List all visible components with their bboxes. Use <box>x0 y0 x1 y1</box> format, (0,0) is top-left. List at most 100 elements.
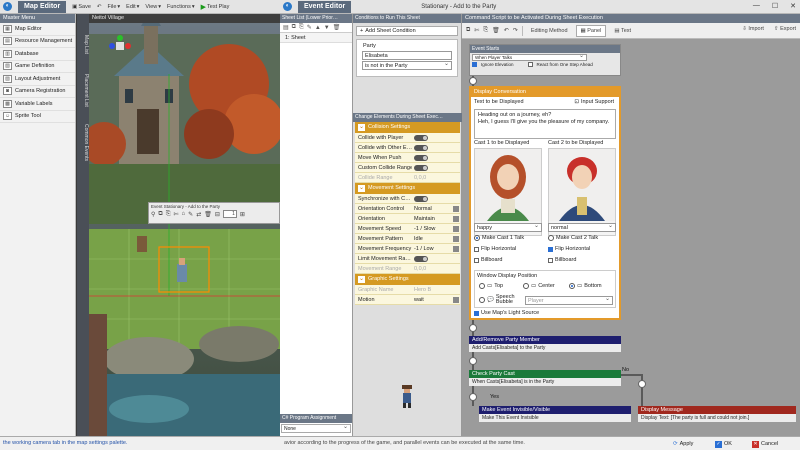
move-up-icon[interactable]: ▲ <box>315 25 321 31</box>
tab-editing-method[interactable]: Editing Method <box>527 26 572 36</box>
copy-command-icon[interactable]: ⧉ <box>466 27 470 34</box>
save-button[interactable]: ▣ Save <box>72 4 91 10</box>
section-collision[interactable]: ⌄ Collision Settings <box>355 122 460 133</box>
condition-value-field[interactable]: Elisabeta <box>362 51 452 60</box>
cast1-billboard-checkbox[interactable] <box>474 257 479 263</box>
prop-row[interactable]: Synchronize with C… <box>355 194 460 204</box>
flow-node[interactable] <box>469 77 477 85</box>
ok-button[interactable]: ✓ OK <box>715 439 732 449</box>
tab-text[interactable]: ▤ Text <box>610 26 635 36</box>
menu-item-database[interactable]: ▥ Database <box>0 48 75 61</box>
toggle-switch[interactable] <box>414 155 428 161</box>
functions-menu[interactable]: Functions ▾ <box>167 4 195 10</box>
toggle-switch[interactable] <box>414 196 428 202</box>
conversation-text-area[interactable]: Heading out on a journey, eh? Heh, I gue… <box>474 109 616 139</box>
display-message-block[interactable]: Display Message Display Text: [The party… <box>638 406 796 422</box>
prop-select[interactable]: -1 / Low <box>412 244 460 253</box>
undo-button[interactable]: ↶ <box>97 4 102 10</box>
menu-item-map-editor[interactable]: ▦ Map Editor <box>0 23 75 36</box>
prop-select[interactable]: Normal <box>412 204 460 213</box>
cast2-billboard-checkbox[interactable] <box>548 257 553 263</box>
cast2-flip-checkbox[interactable] <box>548 246 553 252</box>
tab-event-editor[interactable]: Event Editor <box>298 0 352 13</box>
cancel-button[interactable]: ✕ Cancel <box>752 439 778 449</box>
position-top-radio[interactable] <box>479 283 485 289</box>
delete-icon[interactable]: 🗑 <box>204 211 212 218</box>
trigger-select[interactable]: When Player Talks <box>472 53 587 61</box>
prop-row[interactable]: Movement Frequency -1 / Low <box>355 244 460 254</box>
position-center-radio[interactable] <box>523 283 529 289</box>
tab-placement-list[interactable]: Placement List <box>77 66 89 114</box>
cut-command-icon[interactable]: ✄ <box>474 27 479 34</box>
flow-node[interactable] <box>469 357 477 365</box>
prop-select[interactable]: wait <box>412 295 460 304</box>
pin-icon[interactable]: ⚲ <box>151 211 155 218</box>
make-cast2-talk-radio[interactable] <box>548 235 554 241</box>
ignore-elevation-checkbox[interactable] <box>472 62 477 67</box>
page-number-field[interactable]: 1 <box>222 210 237 218</box>
minimize-icon[interactable]: — <box>753 2 760 10</box>
prop-select[interactable]: Maintain <box>412 214 460 223</box>
toggle-switch[interactable] <box>414 165 428 171</box>
prop-select[interactable]: -1 / Slow <box>412 224 460 233</box>
import-button[interactable]: ⇩ Import <box>742 26 764 32</box>
undo-command-icon[interactable]: ↶ <box>504 27 509 34</box>
prop-row[interactable]: Collide with Other E… <box>355 143 460 153</box>
tab-map-editor[interactable]: Map Editor <box>18 0 67 13</box>
prop-row[interactable]: Orientation Control Normal <box>355 204 460 214</box>
axis-gizmo[interactable] <box>109 34 131 56</box>
menu-item-sprite-tool[interactable]: ☺ Sprite Tool <box>0 111 75 123</box>
react-step-checkbox[interactable] <box>527 62 533 67</box>
add-sheet-condition-button[interactable]: + Add Sheet Condition <box>356 26 458 36</box>
menu-item-camera-registration[interactable]: ◙ Camera Registration <box>0 86 75 98</box>
bubble-target-select[interactable]: Player <box>525 295 613 305</box>
display-conversation-block[interactable]: Display Conversation Text to be Displaye… <box>469 86 621 320</box>
test-play-button[interactable]: ▶ Test Play <box>201 3 230 11</box>
tab-panel[interactable]: ▦ Panel <box>575 24 607 37</box>
prop-select[interactable]: Idle <box>412 234 460 243</box>
event-starts-block[interactable]: Event Starts When Player Talks Ignore El… <box>469 44 621 76</box>
prop-row[interactable]: Custom Collide Range <box>355 163 460 173</box>
cut-icon[interactable]: ✄ <box>174 211 179 218</box>
close-icon[interactable]: ✕ <box>790 2 796 10</box>
flow-node[interactable] <box>469 324 477 332</box>
maximize-icon[interactable]: ☐ <box>772 2 778 10</box>
file-menu[interactable]: File ▾ <box>108 4 121 10</box>
apply-button[interactable]: ⟳ Apply <box>673 439 693 449</box>
use-light-checkbox[interactable] <box>474 310 479 316</box>
toggle-switch[interactable] <box>414 256 428 262</box>
flow-node[interactable] <box>469 393 477 401</box>
condition-operator-select[interactable]: is not in the Party <box>362 60 452 70</box>
prop-row[interactable]: Motion wait <box>355 295 460 305</box>
map-viewport[interactable] <box>89 14 280 436</box>
paste-command-icon[interactable]: ⎘ <box>483 27 488 34</box>
toggle-switch[interactable] <box>414 145 428 151</box>
edit-menu[interactable]: Edit ▾ <box>126 4 139 10</box>
tab-map-list[interactable]: Map List <box>77 24 89 64</box>
prop-row[interactable]: Collide with Player <box>355 133 460 143</box>
check-party-block[interactable]: Check Party Cast When Casts[Elisabeta] i… <box>469 370 621 386</box>
plus-button[interactable]: ⊞ <box>240 211 245 218</box>
menu-item-resource-management[interactable]: ▤ Resource Management <box>0 36 75 48</box>
delete-sheet-icon[interactable]: 🗑 <box>333 24 341 31</box>
paste-icon[interactable]: ⎘ <box>166 211 171 218</box>
paste-sheet-icon[interactable]: ⎘ <box>299 24 304 31</box>
flow-node[interactable] <box>638 380 646 388</box>
make-cast1-talk-radio[interactable] <box>474 235 480 241</box>
export-button[interactable]: ⇧ Export <box>774 26 796 32</box>
sheet-list-item[interactable]: 1: Sheet <box>280 33 352 43</box>
section-graphic[interactable]: ⌄ Graphic Settings <box>355 274 460 285</box>
section-movement[interactable]: ⌄ Movement Settings <box>355 183 460 194</box>
prop-row[interactable]: Movement Pattern Idle <box>355 234 460 244</box>
toggle-switch[interactable] <box>414 135 428 141</box>
tab-common-events[interactable]: Common Events <box>77 116 89 168</box>
minus-button[interactable]: ⊟ <box>215 211 220 218</box>
delete-command-icon[interactable]: 🗑 <box>492 27 500 34</box>
prop-row[interactable]: Movement Speed -1 / Slow <box>355 224 460 234</box>
menu-item-game-definition[interactable]: ▧ Game Definition <box>0 61 75 73</box>
redo-command-icon[interactable]: ↷ <box>513 27 518 34</box>
speech-bubble-radio[interactable] <box>479 297 485 303</box>
move-down-icon[interactable]: ▼ <box>324 25 330 31</box>
cast1-expression-select[interactable]: happy <box>474 222 542 232</box>
menu-item-variable-labels[interactable]: ▩ Variable Labels <box>0 98 75 111</box>
